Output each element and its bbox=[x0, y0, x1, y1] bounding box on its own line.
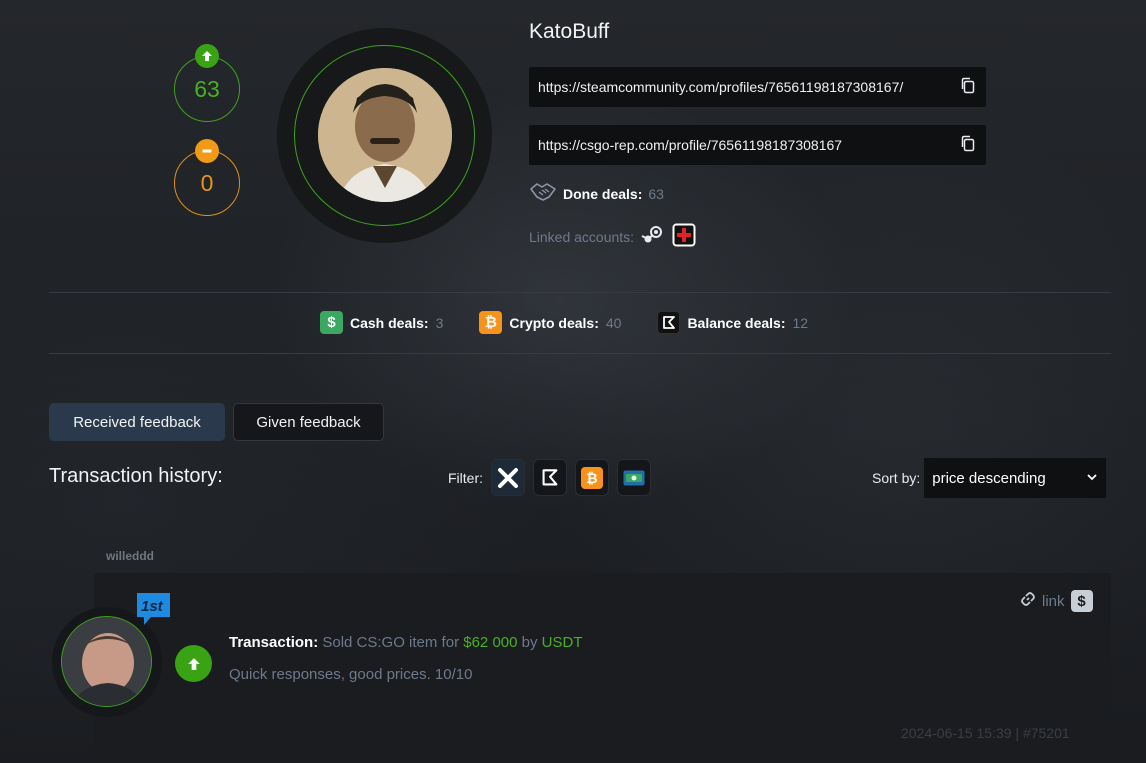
feedback-comment: Quick responses, good prices. 10/10 bbox=[229, 666, 473, 683]
profile-username: KatoBuff bbox=[529, 20, 610, 43]
rep-site-icon[interactable] bbox=[672, 223, 696, 250]
linked-accounts-label: Linked accounts: bbox=[529, 228, 635, 245]
sort-select[interactable]: price descending bbox=[924, 458, 1107, 498]
tab-received-feedback[interactable]: Received feedback bbox=[49, 403, 225, 441]
feedback-link[interactable]: link $ bbox=[1020, 590, 1093, 612]
filter-cash-button[interactable] bbox=[617, 459, 651, 496]
feedback-username[interactable]: willeddd bbox=[106, 549, 154, 563]
link-icon bbox=[1020, 591, 1036, 611]
crypto-deals-label: Crypto deals: bbox=[509, 314, 599, 331]
handshake-icon bbox=[529, 181, 557, 206]
copy-icon[interactable] bbox=[960, 135, 976, 156]
first-badge-text: 1st bbox=[141, 598, 164, 615]
divider bbox=[49, 353, 1111, 354]
cash-deals-value: 3 bbox=[435, 314, 444, 331]
filter-clear-button[interactable] bbox=[491, 459, 525, 496]
balance-deals: Balance deals: 12 bbox=[657, 311, 808, 334]
linked-accounts: Linked accounts: bbox=[529, 223, 696, 250]
transaction-amount: $62 000 bbox=[463, 634, 518, 651]
transaction-currency: USDT bbox=[541, 634, 583, 651]
balance-deals-value: 12 bbox=[792, 314, 809, 331]
transaction-line: Transaction: Sold CS:GO item for $62 000… bbox=[229, 634, 583, 651]
balance-deals-label: Balance deals: bbox=[687, 314, 786, 331]
bitcoin-icon: ₿ bbox=[479, 311, 503, 334]
neutral-minus-icon bbox=[195, 139, 219, 163]
sort-value: price descending bbox=[932, 469, 1046, 487]
balance-icon bbox=[657, 311, 681, 334]
positive-feedback-icon bbox=[175, 645, 212, 682]
link-label: link bbox=[1042, 592, 1065, 610]
thumbs-up-arrow-icon bbox=[195, 44, 219, 68]
filter-balance-button[interactable] bbox=[533, 459, 567, 496]
done-deals-value: 63 bbox=[648, 185, 664, 202]
feedback-timestamp: 2024-06-15 15:39 | #75201 bbox=[901, 725, 1070, 741]
filter-label: Filter: bbox=[448, 469, 483, 486]
transaction-by: by bbox=[521, 634, 538, 651]
sort-label: Sort by: bbox=[872, 470, 921, 486]
first-place-badge: 1st bbox=[135, 591, 172, 627]
sort-control: Sort by: price descending bbox=[872, 458, 1107, 498]
done-deals: Done deals: 63 bbox=[529, 181, 664, 206]
done-deals-label: Done deals: bbox=[563, 185, 643, 202]
transaction-label: Transaction: bbox=[229, 634, 319, 651]
cash-icon: $ bbox=[1070, 590, 1093, 612]
steam-profile-url-field: https://steamcommunity.com/profiles/7656… bbox=[529, 67, 986, 107]
crypto-deals-value: 40 bbox=[605, 314, 622, 331]
cash-deals-label: Cash deals: bbox=[350, 314, 429, 331]
chevron-down-icon bbox=[1086, 470, 1098, 487]
deal-stats: $ Cash deals: 3 ₿ Crypto deals: 40 Balan… bbox=[320, 311, 844, 334]
rep-profile-url-field: https://csgo-rep.com/profile/76561198187… bbox=[529, 125, 986, 165]
filter-crypto-button[interactable]: ₿ bbox=[575, 459, 609, 496]
copy-icon[interactable] bbox=[960, 77, 976, 98]
cash-icon: $ bbox=[320, 311, 343, 334]
divider bbox=[49, 292, 1111, 293]
rep-profile-url: https://csgo-rep.com/profile/76561198187… bbox=[538, 137, 843, 153]
steam-icon[interactable] bbox=[641, 223, 665, 250]
transaction-prefix: Sold CS:GO item for bbox=[322, 634, 460, 651]
tab-given-feedback[interactable]: Given feedback bbox=[233, 403, 384, 441]
feedback-avatar[interactable] bbox=[61, 616, 152, 707]
filter-bar: Filter: ₿ bbox=[448, 459, 651, 496]
transaction-history-title: Transaction history: bbox=[49, 465, 223, 487]
avatar bbox=[318, 68, 452, 202]
cash-deals: $ Cash deals: 3 bbox=[320, 311, 443, 334]
steam-profile-url: https://steamcommunity.com/profiles/7656… bbox=[538, 79, 904, 95]
bitcoin-icon: ₿ bbox=[581, 466, 603, 489]
crypto-deals: ₿ Crypto deals: 40 bbox=[479, 311, 621, 334]
